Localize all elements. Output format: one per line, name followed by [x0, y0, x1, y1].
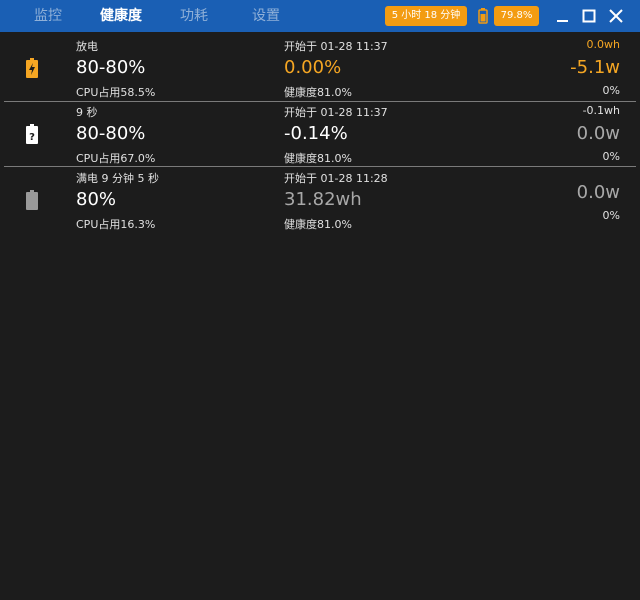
row-cpu: CPU占用58.5%	[76, 86, 156, 99]
row-label: 放电	[76, 40, 98, 53]
battery-full-icon	[26, 190, 38, 210]
row-range: 80-80%	[76, 57, 146, 78]
row-change: -0.14%	[284, 123, 348, 144]
close-icon[interactable]	[602, 0, 630, 32]
row-power: 0.0w	[576, 123, 620, 144]
battery-percent-badge: 79.8%	[494, 6, 539, 26]
row-cpu: CPU占用67.0%	[76, 152, 156, 165]
tab-health[interactable]: 健康度	[100, 0, 142, 32]
row-power: 0.0w	[576, 182, 620, 203]
row-range: 80-80%	[76, 123, 146, 144]
maximize-icon[interactable]	[575, 0, 603, 32]
row-label: 9 秒	[76, 106, 98, 119]
row-change: 31.82wh	[284, 189, 362, 210]
row-percent: 0%	[602, 150, 620, 163]
row-power: -5.1w	[570, 57, 620, 78]
battery-charging-icon	[26, 58, 38, 78]
row-range: 80%	[76, 189, 117, 210]
row-percent: 0%	[602, 84, 620, 97]
tab-monitor[interactable]: 监控	[34, 0, 62, 32]
row-energy: 0.0wh	[586, 38, 620, 51]
row-health: 健康度81.0%	[284, 86, 352, 99]
time-remaining-badge: 5 小时 18 分钟	[385, 6, 467, 26]
list-item[interactable]: 满电 9 分钟 5 秒 80% CPU占用16.3% 开始于 01-28 11:…	[0, 166, 640, 232]
row-energy: -0.1wh	[582, 104, 620, 117]
svg-text:?: ?	[29, 132, 35, 143]
row-percent: 0%	[602, 209, 620, 222]
battery-icon	[478, 8, 488, 24]
list-item[interactable]: 放电 80-80% CPU占用58.5% 开始于 01-28 11:37 0.0…	[0, 34, 640, 100]
row-start: 开始于 01-28 11:28	[284, 172, 388, 185]
minimize-icon[interactable]	[548, 0, 576, 32]
row-start: 开始于 01-28 11:37	[284, 106, 388, 119]
battery-unknown-icon: ?	[26, 124, 38, 144]
list-item[interactable]: ? 9 秒 80-80% CPU占用67.0% 开始于 01-28 11:37 …	[0, 100, 640, 166]
row-start: 开始于 01-28 11:37	[284, 40, 388, 53]
row-cpu: CPU占用16.3%	[76, 218, 156, 231]
tab-settings[interactable]: 设置	[252, 0, 280, 32]
row-health: 健康度81.0%	[284, 218, 352, 231]
row-change: 0.00%	[284, 57, 342, 78]
tab-power[interactable]: 功耗	[180, 0, 208, 32]
row-health: 健康度81.0%	[284, 152, 352, 165]
row-label: 满电 9 分钟 5 秒	[76, 172, 159, 185]
title-bar: 监控 健康度 功耗 设置 5 小时 18 分钟 79.8%	[0, 0, 640, 32]
